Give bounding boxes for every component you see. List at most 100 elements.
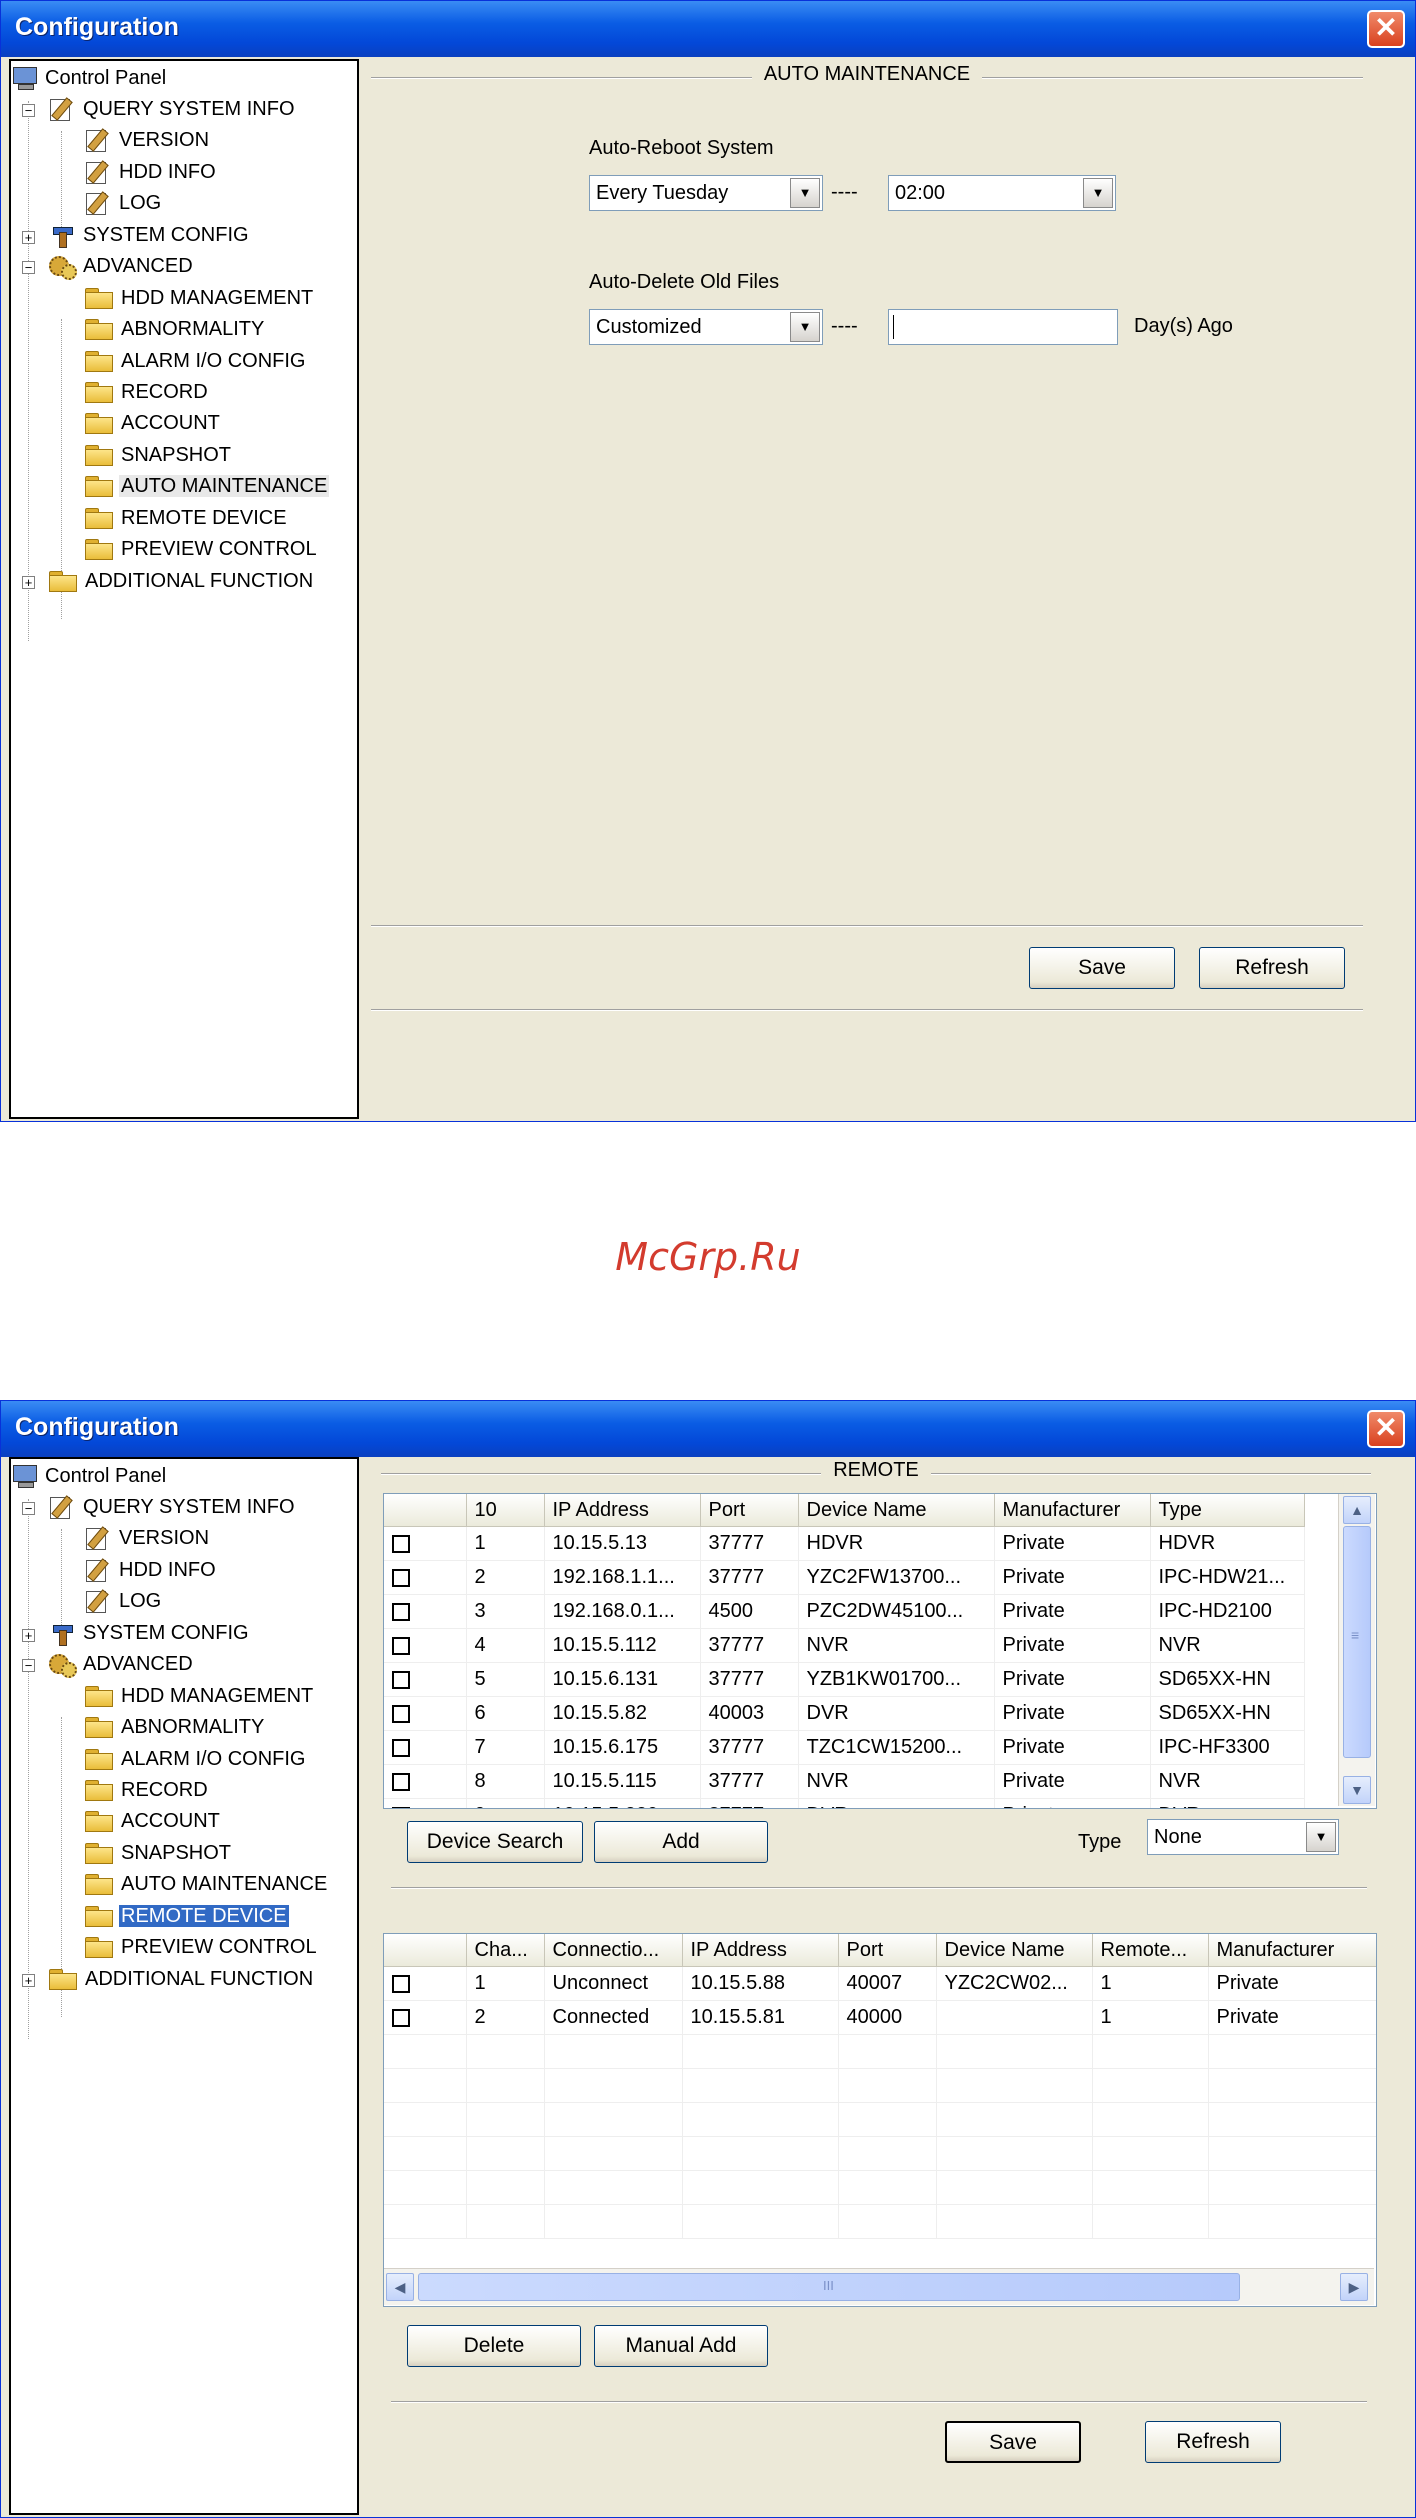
checkbox-icon[interactable]	[392, 1738, 410, 1757]
tree-item-alarm-io-config[interactable]: ALARM I/O CONFIG	[85, 1744, 307, 1772]
table-row[interactable]: 1 Unconnect 10.15.5.88 40007 YZC2CW02... 1 Pri…	[384, 1966, 1376, 2001]
tree-collapse-advanced[interactable]: −	[22, 261, 35, 274]
checkbox-icon[interactable]	[392, 1670, 410, 1689]
column-header[interactable]: Connectio...	[544, 1934, 683, 1967]
close-button[interactable]: ✕	[1367, 10, 1405, 48]
scroll-thumb[interactable]: ≡	[1343, 1526, 1371, 1758]
tree-item-hdd-info[interactable]: HDD INFO	[85, 157, 218, 185]
tree-item-advanced[interactable]: ADVANCED	[49, 251, 195, 280]
tree-item-snapshot[interactable]: SNAPSHOT	[85, 1838, 233, 1866]
tree-item-log[interactable]: LOG	[85, 188, 163, 216]
row-checkbox[interactable]	[384, 2000, 467, 2035]
table-row[interactable]: 3 192.168.0.1... 4500 PZC2DW45100... Private…	[384, 1594, 1305, 1629]
dropdown-arrow-icon[interactable]: ▼	[790, 312, 820, 342]
tree-item-remote-device[interactable]: REMOTE DEVICE	[85, 503, 289, 531]
tree-item-query-system-info[interactable]: QUERY SYSTEM INFO	[49, 1492, 297, 1520]
tree-expand-additional[interactable]: +	[22, 576, 35, 589]
table-row[interactable]: 4 10.15.5.112 37777 NVR Private NVR	[384, 1628, 1305, 1663]
checkbox-icon[interactable]	[392, 1772, 410, 1791]
tree-item-query-system-info[interactable]: QUERY SYSTEM INFO	[49, 94, 297, 122]
tree-item-additional-function[interactable]: ADDITIONAL FUNCTION	[49, 566, 315, 594]
column-header[interactable]: 10	[466, 1494, 545, 1527]
tree-collapse-query[interactable]: −	[22, 1502, 35, 1515]
tree-item-hdd-management[interactable]: HDD MANAGEMENT	[85, 1681, 315, 1709]
row-checkbox[interactable]	[384, 1696, 467, 1731]
tree-collapse-advanced[interactable]: −	[22, 1659, 35, 1672]
tree-item-record[interactable]: RECORD	[85, 377, 210, 405]
refresh-button[interactable]: Refresh	[1145, 2421, 1281, 2463]
row-checkbox[interactable]	[384, 1560, 467, 1595]
tree-item-version[interactable]: VERSION	[85, 1523, 211, 1551]
dropdown-arrow-icon[interactable]: ▼	[1083, 178, 1113, 208]
close-button[interactable]: ✕	[1367, 1410, 1405, 1448]
row-checkbox[interactable]	[384, 1628, 467, 1663]
tree-item-additional-function[interactable]: ADDITIONAL FUNCTION	[49, 1964, 315, 1992]
row-checkbox[interactable]	[384, 1662, 467, 1697]
tree-item-snapshot[interactable]: SNAPSHOT	[85, 440, 233, 468]
tree-item-abnormality[interactable]: ABNORMALITY	[85, 314, 266, 342]
checkbox-icon[interactable]	[392, 1568, 410, 1587]
tree-item-preview-control[interactable]: PREVIEW CONTROL	[85, 1932, 319, 1960]
manual-add-button[interactable]: Manual Add	[594, 2325, 768, 2367]
tree-item-alarm-io-config[interactable]: ALARM I/O CONFIG	[85, 346, 307, 374]
column-header[interactable]: Port	[838, 1934, 937, 1967]
scroll-left-icon[interactable]: ◀	[386, 2273, 414, 2301]
column-header[interactable]	[384, 1494, 467, 1527]
table-row[interactable]: 910.15.5.22037777DVRPrivateDVR	[384, 1798, 1305, 1808]
column-header[interactable]	[384, 1934, 467, 1967]
delete-button[interactable]: Delete	[407, 2325, 581, 2367]
row-checkbox[interactable]	[384, 1526, 467, 1561]
table-row[interactable]: 2 192.168.1.1... 37777 YZC2FW13700... Privat…	[384, 1560, 1305, 1595]
checkbox-icon[interactable]	[392, 2008, 410, 2027]
tree-expand-additional[interactable]: +	[22, 1974, 35, 1987]
reboot-day-select[interactable]: Every Tuesday ▼	[589, 175, 823, 211]
scroll-up-icon[interactable]: ▲	[1343, 1496, 1371, 1524]
tree-item-account[interactable]: ACCOUNT	[85, 408, 222, 436]
tree-collapse-query[interactable]: −	[22, 104, 35, 117]
column-header[interactable]: Remote...	[1092, 1934, 1209, 1967]
dropdown-arrow-icon[interactable]: ▼	[1306, 1822, 1336, 1852]
row-checkbox[interactable]	[384, 1594, 467, 1629]
vertical-scrollbar[interactable]: ▲ ≡ ▼	[1338, 1494, 1375, 1806]
column-header[interactable]: Manufacturer	[1208, 1934, 1376, 1967]
scroll-down-icon[interactable]: ▼	[1343, 1776, 1371, 1804]
reboot-time-select[interactable]: 02:00 ▼	[888, 175, 1116, 211]
column-header[interactable]: IP Address	[682, 1934, 839, 1967]
table-row[interactable]: 1 10.15.5.13 37777 HDVR Private HDVR	[384, 1526, 1305, 1561]
tree-item-remote-device[interactable]: REMOTE DEVICE	[85, 1901, 289, 1929]
table-row[interactable]: 5 10.15.6.131 37777 YZB1KW01700... Private SD…	[384, 1662, 1305, 1697]
tree-item-preview-control[interactable]: PREVIEW CONTROL	[85, 534, 319, 562]
checkbox-icon[interactable]	[392, 1534, 410, 1553]
row-checkbox[interactable]	[384, 1798, 467, 1808]
tree-item-advanced[interactable]: ADVANCED	[49, 1649, 195, 1678]
row-checkbox[interactable]	[384, 1764, 467, 1799]
tree-item-record[interactable]: RECORD	[85, 1775, 210, 1803]
tree-item-auto-maintenance[interactable]: AUTO MAINTENANCE	[85, 1869, 329, 1897]
scroll-right-icon[interactable]: ▶	[1340, 2273, 1368, 2301]
delete-mode-select[interactable]: Customized ▼	[589, 309, 823, 345]
refresh-button[interactable]: Refresh	[1199, 947, 1345, 989]
days-input[interactable]	[888, 309, 1118, 345]
tree-expand-system-config[interactable]: +	[22, 231, 35, 244]
column-header[interactable]: Type	[1150, 1494, 1305, 1527]
save-button[interactable]: Save	[1029, 947, 1175, 989]
tree-item-account[interactable]: ACCOUNT	[85, 1806, 222, 1834]
tree-item-system-config[interactable]: SYSTEM CONFIG	[49, 1618, 251, 1646]
add-button[interactable]: Add	[594, 1821, 768, 1863]
tree-item-log[interactable]: LOG	[85, 1586, 163, 1614]
checkbox-icon[interactable]	[392, 1704, 410, 1723]
title-bar[interactable]: Configuration ✕	[1, 1401, 1415, 1457]
tree-item-auto-maintenance[interactable]: AUTO MAINTENANCE	[85, 471, 330, 499]
horizontal-scrollbar[interactable]: ◀ III ▶	[384, 2268, 1374, 2305]
column-header[interactable]: Manufacturer	[994, 1494, 1151, 1527]
save-button[interactable]: Save	[945, 2421, 1081, 2463]
table-row[interactable]: 7 10.15.6.175 37777 TZC1CW15200... Private IP…	[384, 1730, 1305, 1765]
dropdown-arrow-icon[interactable]: ▼	[790, 178, 820, 208]
device-search-button[interactable]: Device Search	[407, 1821, 583, 1863]
tree-item-abnormality[interactable]: ABNORMALITY	[85, 1712, 266, 1740]
tree-item-system-config[interactable]: SYSTEM CONFIG	[49, 220, 251, 248]
table-row[interactable]: 8 10.15.5.115 37777 NVR Private NVR	[384, 1764, 1305, 1799]
scroll-thumb[interactable]: III	[418, 2273, 1240, 2301]
tree-item-version[interactable]: VERSION	[85, 125, 211, 153]
checkbox-icon[interactable]	[392, 1974, 410, 1993]
